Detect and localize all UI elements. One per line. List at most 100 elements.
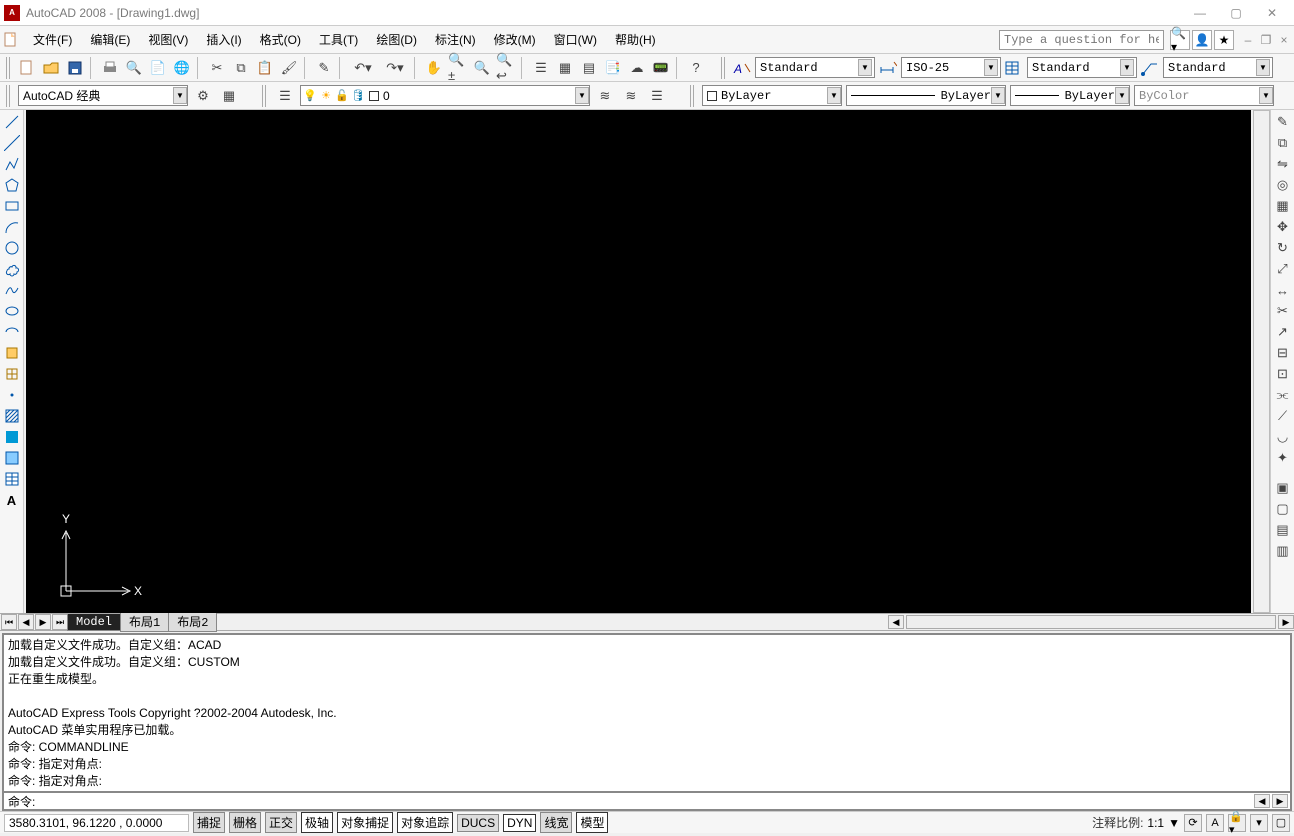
lock-ui-icon[interactable]: 🔒▾ <box>1228 814 1246 832</box>
zoom-realtime-icon[interactable]: 🔍± <box>447 57 469 79</box>
layer-manager-icon[interactable]: ☰ <box>274 85 296 107</box>
menu-dim[interactable]: 标注(N) <box>426 28 485 51</box>
open-icon[interactable] <box>40 57 62 79</box>
break-point-icon[interactable]: ⊟ <box>1273 343 1293 363</box>
menu-file[interactable]: 文件(F) <box>24 28 81 51</box>
array-icon[interactable]: ▦ <box>1273 196 1293 216</box>
point-icon[interactable] <box>2 385 22 405</box>
menu-insert[interactable]: 插入(I) <box>197 28 250 51</box>
help-icon[interactable]: ? <box>685 57 707 79</box>
linetype-combo[interactable]: ByLayer ▼ <box>846 85 1006 106</box>
mleader-style-icon[interactable] <box>1139 57 1161 79</box>
scroll-right-icon[interactable]: ▶ <box>1278 615 1294 629</box>
help-search-input[interactable] <box>999 30 1164 50</box>
make-block-icon[interactable] <box>2 364 22 384</box>
tab-layout2[interactable]: 布局2 <box>168 612 217 632</box>
scroll-left-icon[interactable]: ◀ <box>888 615 904 629</box>
design-center-icon[interactable]: ▦ <box>554 57 576 79</box>
mtext-icon[interactable]: A <box>2 490 22 510</box>
join-icon[interactable]: ⫘ <box>1273 385 1293 405</box>
draworder-back-icon[interactable]: ▢ <box>1273 499 1293 519</box>
tab-next-icon[interactable]: ▶ <box>35 614 51 630</box>
save-icon[interactable] <box>64 57 86 79</box>
ortho-toggle[interactable]: 正交 <box>265 812 297 833</box>
draworder-above-icon[interactable]: ▤ <box>1273 520 1293 540</box>
undo-icon[interactable]: ↶▾ <box>348 57 378 79</box>
ellipse-arc-icon[interactable] <box>2 322 22 342</box>
menu-window[interactable]: 窗口(W) <box>545 28 606 51</box>
region-icon[interactable] <box>2 448 22 468</box>
polygon-icon[interactable] <box>2 175 22 195</box>
command-line[interactable]: 命令: ◀ ▶ <box>2 793 1292 811</box>
new-doc-icon[interactable] <box>2 31 20 49</box>
ducs-toggle[interactable]: DUCS <box>457 814 499 832</box>
break-icon[interactable]: ⊡ <box>1273 364 1293 384</box>
draworder-under-icon[interactable]: ▥ <box>1273 541 1293 561</box>
mirror-icon[interactable]: ⇋ <box>1273 154 1293 174</box>
lwt-toggle[interactable]: 线宽 <box>540 812 572 833</box>
tab-model[interactable]: Model <box>67 614 121 631</box>
hatch-icon[interactable] <box>2 406 22 426</box>
toolbar-grip-5[interactable] <box>690 85 696 107</box>
plotstyle-combo[interactable]: ByColor ▼ <box>1134 85 1274 106</box>
status-tray-icon[interactable]: ▾ <box>1250 814 1268 832</box>
table-style-combo[interactable]: Standard ▼ <box>1027 57 1137 78</box>
search-dropdown-icon[interactable]: 🔍▾ <box>1170 30 1190 50</box>
fillet-icon[interactable]: ◡ <box>1273 427 1293 447</box>
toolbar-grip-2[interactable] <box>721 57 727 79</box>
polar-toggle[interactable]: 极轴 <box>301 812 333 833</box>
gradient-icon[interactable] <box>2 427 22 447</box>
rotate-icon[interactable]: ↻ <box>1273 238 1293 258</box>
anno-visibility-icon[interactable]: A <box>1206 814 1224 832</box>
markup-icon[interactable]: ☁ <box>626 57 648 79</box>
copy-obj-icon[interactable]: ⧉ <box>1273 133 1293 153</box>
rectangle-icon[interactable] <box>2 196 22 216</box>
comm-center-icon[interactable]: 👤 <box>1192 30 1212 50</box>
vertical-scrollbar[interactable] <box>1253 110 1270 613</box>
tab-prev-icon[interactable]: ◀ <box>18 614 34 630</box>
chamfer-icon[interactable]: ⟋ <box>1273 406 1293 426</box>
revcloud-icon[interactable] <box>2 259 22 279</box>
layer-combo[interactable]: 💡 ☀ 🔓 🛢 0 ▼ <box>300 85 590 106</box>
workspace-settings-icon[interactable]: ⚙ <box>192 85 214 107</box>
my-workspace-icon[interactable]: ▦ <box>218 85 240 107</box>
table-style-icon[interactable] <box>1003 57 1025 79</box>
minimize-button[interactable]: — <box>1182 3 1218 23</box>
menu-help[interactable]: 帮助(H) <box>606 28 665 51</box>
properties-icon[interactable]: ☰ <box>530 57 552 79</box>
tool-palettes-icon[interactable]: ▤ <box>578 57 600 79</box>
move-icon[interactable]: ✥ <box>1273 217 1293 237</box>
redo-icon[interactable]: ↷▾ <box>380 57 410 79</box>
layer-previous-icon[interactable]: ≋ <box>594 85 616 107</box>
lineweight-combo[interactable]: ByLayer ▼ <box>1010 85 1130 106</box>
cmd-scroll-right-icon[interactable]: ▶ <box>1272 794 1288 808</box>
annoscale-value[interactable]: 1:1 <box>1147 816 1164 830</box>
close-button[interactable]: ✕ <box>1254 3 1290 23</box>
zoom-previous-icon[interactable]: 🔍↩ <box>495 57 517 79</box>
annoscale-sync-icon[interactable]: ⟳ <box>1184 814 1202 832</box>
mdi-restore-button[interactable]: ❐ <box>1258 33 1274 47</box>
menu-tools[interactable]: 工具(T) <box>310 28 367 51</box>
drawing-canvas[interactable]: Y X <box>26 110 1251 613</box>
mleader-style-combo[interactable]: Standard ▼ <box>1163 57 1273 78</box>
favorites-icon[interactable]: ★ <box>1214 30 1234 50</box>
model-toggle[interactable]: 模型 <box>576 812 608 833</box>
text-style-combo[interactable]: Standard ▼ <box>755 57 875 78</box>
layer-states-icon[interactable]: ≋ <box>620 85 642 107</box>
osnap-toggle[interactable]: 对象捕捉 <box>337 812 393 833</box>
text-style-icon[interactable]: A <box>731 57 753 79</box>
color-combo[interactable]: ByLayer ▼ <box>702 85 842 106</box>
copy-icon[interactable]: ⧉ <box>230 57 252 79</box>
maximize-button[interactable]: ▢ <box>1218 3 1254 23</box>
3dprint-icon[interactable]: 🌐 <box>171 57 193 79</box>
block-editor-icon[interactable]: ✎ <box>313 57 335 79</box>
paste-icon[interactable]: 📋 <box>254 57 276 79</box>
circle-icon[interactable] <box>2 238 22 258</box>
menu-format[interactable]: 格式(O) <box>251 28 310 51</box>
coordinates[interactable]: 3580.3101, 96.1220 , 0.0000 <box>4 814 189 832</box>
toolbar-grip-4[interactable] <box>262 85 268 107</box>
zoom-window-icon[interactable]: 🔍 <box>471 57 493 79</box>
workspace-combo[interactable]: AutoCAD 经典 ▼ <box>18 85 188 106</box>
scale-icon[interactable]: ⤢ <box>1273 259 1293 279</box>
draworder-front-icon[interactable]: ▣ <box>1273 478 1293 498</box>
